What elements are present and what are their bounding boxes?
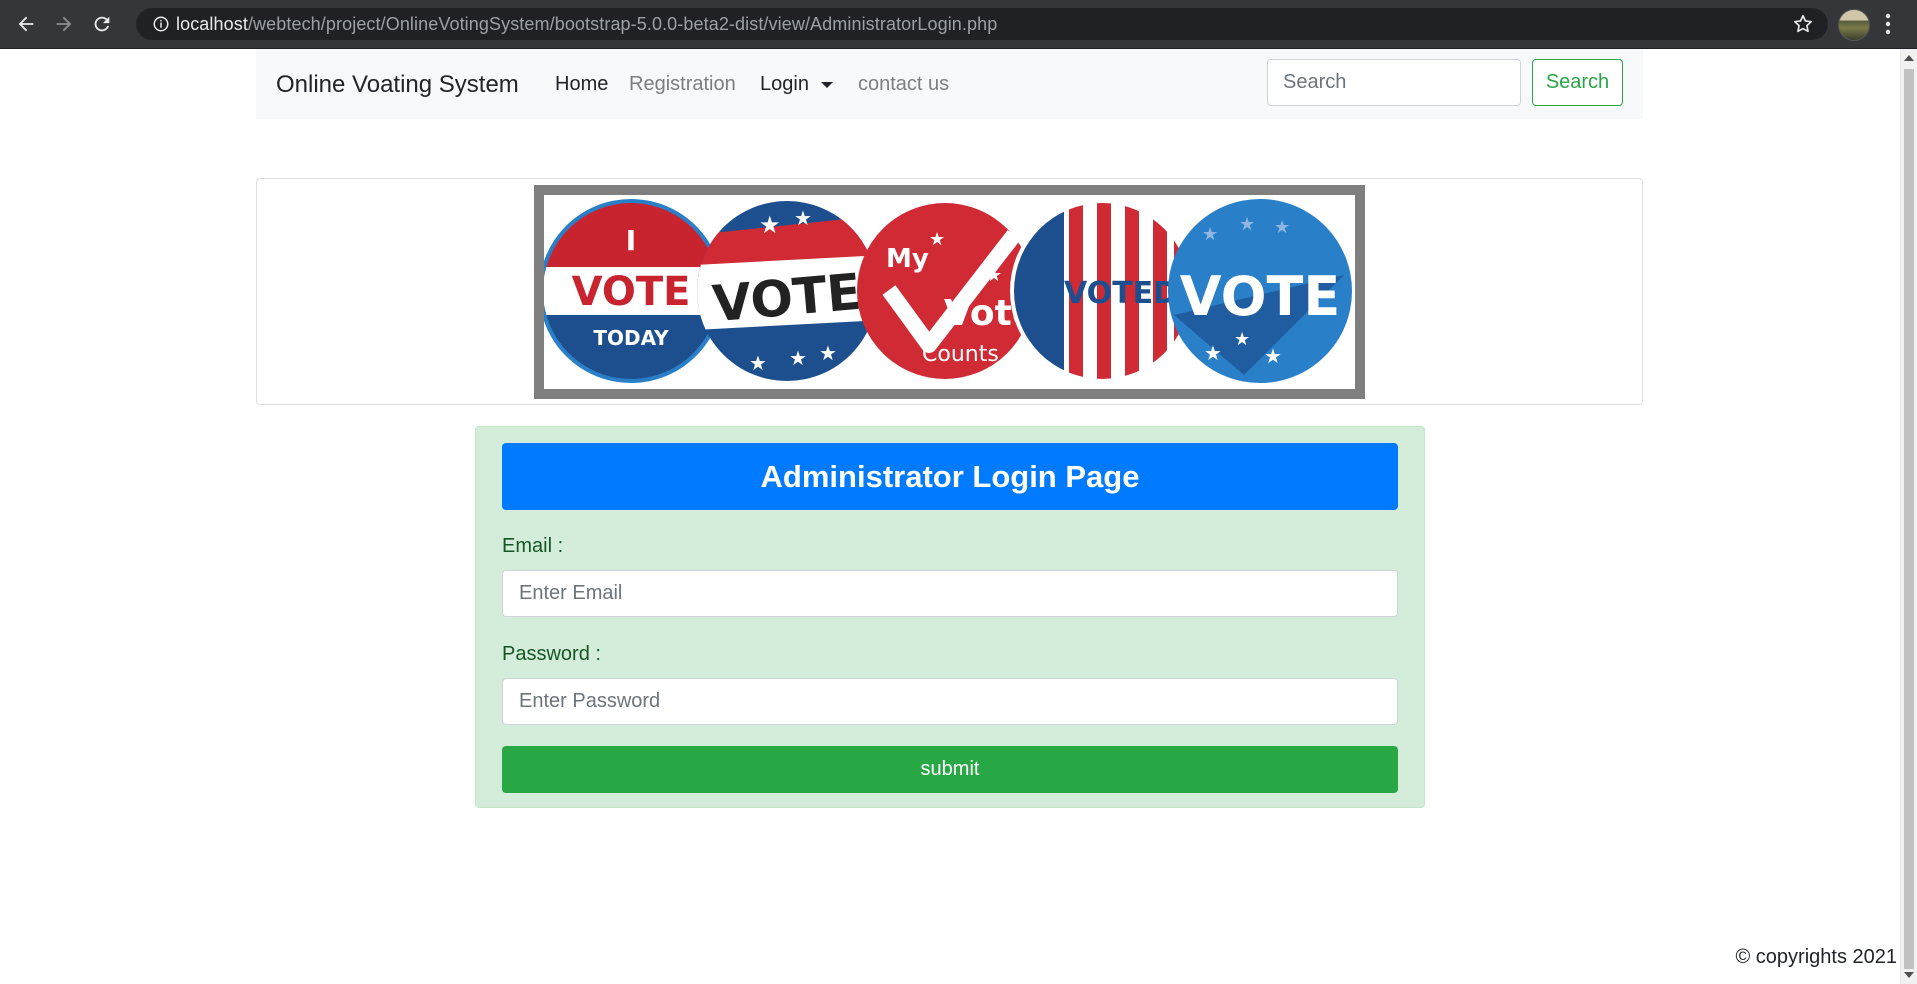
- vote-button-3-bottom-text: Counts: [922, 342, 999, 367]
- site-navbar: Online Voating System Home Registration …: [256, 49, 1643, 119]
- reload-icon[interactable]: [84, 6, 120, 42]
- url-host: localhost: [176, 13, 248, 34]
- vote-button-5: VOTE ★ ★ ★ ★ ★ ★: [1168, 199, 1352, 383]
- svg-text:★: ★: [1274, 217, 1290, 238]
- vote-button-1-top-text: I: [626, 224, 636, 257]
- svg-text:★: ★: [929, 229, 945, 250]
- vote-button-1-main-text: VOTE: [572, 269, 691, 315]
- site-info-icon[interactable]: [146, 15, 176, 33]
- vote-banner-image: I VOTE TODAY ★ ★ ★ ★ ★ VOTE My Vote Coun…: [534, 185, 1365, 399]
- scroll-thumb[interactable]: [1904, 69, 1914, 969]
- vote-button-3: My Vote Counts ★ ★: [857, 203, 1036, 379]
- forward-icon[interactable]: [46, 6, 82, 42]
- email-field[interactable]: Enter Email: [502, 570, 1398, 617]
- nav-login-label: Login: [760, 73, 809, 95]
- svg-text:★: ★: [789, 346, 807, 370]
- login-card: Administrator Login Page Email : Enter E…: [475, 426, 1425, 808]
- url-path: /webtech/project/OnlineVotingSystem/boot…: [247, 13, 998, 34]
- email-label: Email :: [502, 535, 564, 557]
- page-scrollbar[interactable]: [1900, 49, 1917, 984]
- profile-avatar[interactable]: [1838, 9, 1870, 41]
- menu-kebab-icon[interactable]: [1884, 12, 1892, 41]
- search-input[interactable]: Search: [1267, 59, 1521, 106]
- caret-down-icon: [820, 81, 833, 88]
- login-title: Administrator Login Page: [502, 443, 1398, 510]
- nav-registration-link[interactable]: Registration: [629, 73, 736, 96]
- back-icon[interactable]: [8, 6, 44, 42]
- vote-button-4-main-text: I★VOTED: [1026, 276, 1178, 311]
- search-button[interactable]: Search: [1532, 59, 1623, 106]
- address-bar[interactable]: localhost/webtech/project/OnlineVotingSy…: [136, 8, 1828, 40]
- scroll-up-icon[interactable]: [1904, 55, 1914, 61]
- svg-text:★: ★: [1239, 214, 1255, 235]
- submit-button[interactable]: submit: [502, 746, 1398, 793]
- nav-login-dropdown[interactable]: Login: [760, 73, 833, 96]
- svg-text:★: ★: [1204, 341, 1222, 365]
- vote-buttons-graphic: I VOTE TODAY ★ ★ ★ ★ ★ VOTE My Vote Coun…: [539, 199, 1352, 383]
- footer-copyright: © copyrights 2021: [1735, 946, 1898, 968]
- browser-toolbar: localhost/webtech/project/OnlineVotingSy…: [0, 0, 1917, 49]
- svg-text:★: ★: [1264, 344, 1282, 368]
- vote-button-2: ★ ★ ★ ★ ★ VOTE: [697, 201, 877, 381]
- svg-text:★: ★: [749, 351, 767, 375]
- svg-text:★: ★: [1202, 224, 1218, 245]
- navbar-brand[interactable]: Online Voating System: [276, 71, 519, 99]
- password-label: Password :: [502, 643, 601, 665]
- url-text: localhost/webtech/project/OnlineVotingSy…: [176, 14, 997, 35]
- svg-text:★: ★: [819, 341, 837, 365]
- scroll-down-icon[interactable]: [1904, 972, 1914, 978]
- vote-button-5-main-text: VOTE: [1180, 265, 1340, 328]
- nav-contact-link[interactable]: contact us: [858, 73, 949, 96]
- vote-button-1-bottom-text: TODAY: [593, 326, 669, 350]
- nav-home-link[interactable]: Home: [555, 73, 608, 96]
- bookmark-star-icon[interactable]: [1792, 13, 1814, 40]
- svg-text:★: ★: [1234, 329, 1250, 350]
- vote-button-3-top-text: My: [886, 244, 929, 274]
- password-field[interactable]: Enter Password: [502, 678, 1398, 725]
- svg-text:★: ★: [986, 265, 1002, 286]
- svg-text:★: ★: [794, 206, 812, 230]
- svg-text:★: ★: [759, 211, 781, 239]
